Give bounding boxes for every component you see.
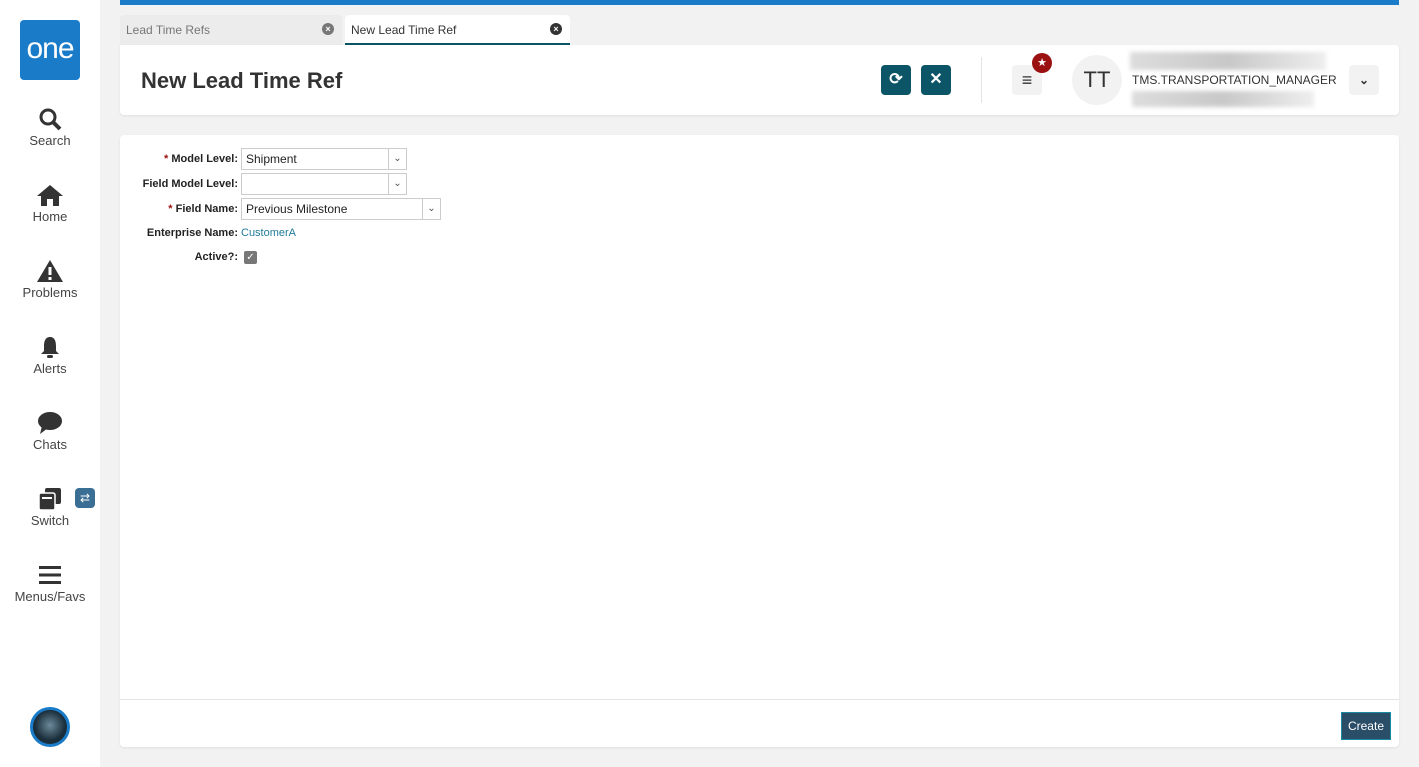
user-role: TMS.TRANSPORTATION_MANAGER	[1132, 73, 1337, 87]
home-icon	[37, 185, 63, 206]
field-model-level-select[interactable]: ⌄	[241, 173, 407, 195]
required-marker: *	[168, 203, 176, 215]
refresh-icon: ⟳	[889, 71, 903, 88]
app-logo[interactable]: one	[20, 20, 80, 80]
sidebar-item-home[interactable]: Home	[0, 183, 100, 224]
chevron-down-icon: ⌄	[422, 199, 440, 219]
chevron-down-icon: ⌄	[1358, 73, 1370, 87]
menu-icon	[39, 566, 61, 584]
enterprise-name-row: Enterprise Name: CustomerA	[120, 222, 296, 244]
field-model-level-label: Field Model Level:	[142, 178, 238, 190]
model-level-label: * Model Level:	[120, 153, 241, 165]
active-label: Active?:	[194, 251, 238, 263]
close-button[interactable]: ✕	[921, 65, 951, 95]
blurred-user-info	[1132, 91, 1314, 107]
label-text: Model Level:	[171, 153, 238, 165]
chevron-down-icon: ⌄	[388, 174, 406, 194]
sidebar-item-label: Menus/Favs	[14, 589, 86, 604]
divider	[981, 57, 982, 103]
page-header: New Lead Time Ref ⟳ ✕ ≡ ★ TT TMS.TRANSPO…	[120, 45, 1399, 115]
sidebar-item-alerts[interactable]: Alerts	[0, 335, 100, 376]
form-panel: * Model Level: Shipment ⌄ Field Model Lev…	[120, 135, 1399, 747]
close-icon: ✕	[929, 71, 943, 88]
top-accent-bar	[120, 0, 1399, 5]
field-name-label: * Field Name:	[120, 203, 241, 215]
sidebar-item-label: Home	[32, 209, 68, 224]
search-icon	[39, 108, 62, 131]
warning-icon	[37, 260, 63, 282]
user-menu-button[interactable]: ⌄	[1349, 65, 1379, 95]
tab-label: Lead Time Refs	[126, 23, 211, 37]
assistant-avatar[interactable]	[30, 707, 70, 747]
blurred-user-name	[1130, 52, 1326, 70]
chevron-down-icon: ⌄	[388, 149, 406, 169]
tab-label: New Lead Time Ref	[351, 23, 457, 37]
tab-new-lead-time-ref[interactable]: New Lead Time Ref ×	[345, 15, 570, 45]
page-title: New Lead Time Ref	[141, 68, 343, 93]
enterprise-name-label: Enterprise Name:	[146, 227, 238, 239]
sidebar-item-menus-favs[interactable]: Menus/Favs	[0, 563, 100, 604]
close-tab-icon[interactable]: ×	[322, 23, 334, 35]
chat-icon	[38, 412, 62, 434]
field-name-select[interactable]: Previous Milestone ⌄	[241, 198, 441, 220]
model-level-select[interactable]: Shipment ⌄	[241, 148, 407, 170]
select-value: Previous Milestone	[246, 202, 348, 216]
bell-icon	[41, 337, 59, 358]
sidebar-item-problems[interactable]: Problems	[0, 259, 100, 300]
avatar[interactable]: TT	[1072, 55, 1122, 105]
hamburger-icon: ≡	[1021, 70, 1033, 90]
active-checkbox[interactable]: ✓	[244, 250, 257, 264]
enterprise-name-link[interactable]: CustomerA	[241, 227, 296, 239]
sidebar-item-label: Alerts	[33, 361, 67, 376]
create-button[interactable]: Create	[1340, 712, 1391, 740]
refresh-button[interactable]: ⟳	[881, 65, 911, 95]
sidebar-item-label: Switch	[30, 513, 70, 528]
sidebar-item-label: Search	[29, 133, 71, 148]
field-name-row: * Field Name: Previous Milestone ⌄	[120, 198, 441, 220]
sidebar-item-chats[interactable]: Chats	[0, 411, 100, 452]
switch-arrows-icon[interactable]: ⇄	[75, 488, 95, 508]
field-model-level-row: Field Model Level: ⌄	[120, 173, 407, 195]
close-tab-icon[interactable]: ×	[550, 23, 562, 35]
sidebar: one Search Home Problems Alerts Chats Sw…	[0, 0, 100, 767]
sidebar-item-search[interactable]: Search	[0, 107, 100, 148]
label-text: Field Name:	[175, 203, 238, 215]
sidebar-item-label: Problems	[22, 285, 78, 300]
footer-divider	[120, 699, 1399, 700]
active-row: Active?: ✓	[120, 246, 257, 268]
windows-icon	[38, 488, 61, 511]
sidebar-item-label: Chats	[33, 437, 67, 452]
model-level-row: * Model Level: Shipment ⌄	[120, 148, 407, 170]
tab-lead-time-refs[interactable]: Lead Time Refs ×	[120, 15, 342, 45]
select-value: Shipment	[246, 152, 297, 166]
favorites-star-icon[interactable]: ★	[1032, 53, 1052, 73]
